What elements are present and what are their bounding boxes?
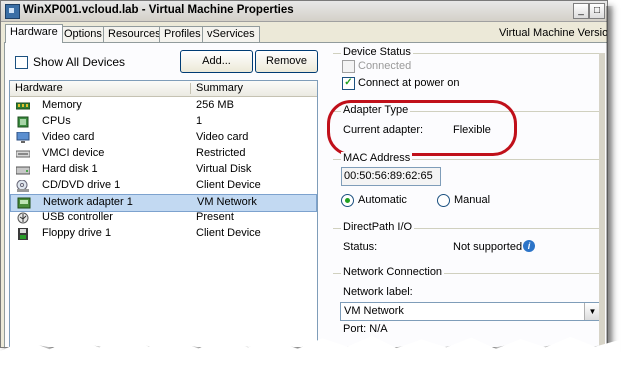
device-name: VMCI device [42, 147, 105, 159]
device-row-cd-dvd[interactable]: CD/DVD drive 1 Client Device [10, 178, 317, 194]
device-name: USB controller [42, 211, 113, 223]
harddisk-icon [16, 166, 30, 175]
tab-hardware[interactable]: Hardware [5, 24, 63, 43]
show-all-devices-checkbox[interactable] [15, 56, 28, 69]
directpath-title: DirectPath I/O [341, 221, 415, 233]
network-label-select[interactable]: VM Network ▼ [340, 302, 601, 321]
show-all-devices-label: Show All Devices [33, 55, 126, 69]
add-device-button[interactable]: Add... [180, 50, 253, 73]
device-status-title: Device Status [341, 46, 413, 58]
directpath-status-label: Status: [343, 241, 378, 253]
tab-vservices[interactable]: vServices [202, 26, 260, 42]
device-summary: Client Device [196, 227, 261, 239]
device-summary: Present [196, 211, 234, 223]
floppy-icon [18, 228, 28, 240]
network-connection-title: Network Connection [341, 266, 445, 278]
device-list: Hardware Summary Memory 256 MB CPUs 1 Vi… [9, 80, 318, 347]
device-summary: 256 MB [196, 99, 234, 111]
title-bar[interactable]: WinXP001.vcloud.lab - Virtual Machine Pr… [1, 1, 607, 22]
device-name: Hard disk 1 [42, 163, 98, 175]
mac-address-title: MAC Address [341, 152, 413, 164]
vmci-icon [16, 150, 30, 158]
memory-icon [16, 102, 30, 110]
cpu-icon [17, 116, 29, 128]
mac-manual-radio[interactable] [437, 194, 450, 207]
directpath-status-value: Not supported [453, 241, 523, 253]
cdrom-icon [16, 180, 29, 192]
chevron-down-icon[interactable]: ▼ [584, 303, 600, 320]
remove-device-button[interactable]: Remove [255, 50, 318, 73]
column-header-hardware[interactable]: Hardware [15, 82, 63, 94]
network-label-value: VM Network [344, 305, 404, 317]
device-row-memory[interactable]: Memory 256 MB [10, 98, 317, 114]
info-icon[interactable]: i [523, 240, 535, 252]
mac-automatic-label: Automatic [358, 194, 407, 206]
maximize-button[interactable]: □ [589, 3, 605, 19]
vm-properties-window: WinXP001.vcloud.lab - Virtual Machine Pr… [0, 0, 608, 348]
tab-resources[interactable]: Resources [103, 26, 166, 42]
device-summary: Restricted [196, 147, 246, 159]
connected-checkbox[interactable] [342, 60, 355, 73]
device-summary: 1 [196, 115, 203, 127]
window-shadow [606, 6, 614, 346]
device-name: Network adapter 1 [43, 196, 133, 208]
port-label: Port: N/A [343, 323, 388, 335]
monitor-icon [16, 132, 30, 143]
usb-icon [17, 212, 29, 224]
device-name: Memory [42, 99, 82, 111]
column-header-summary[interactable]: Summary [196, 82, 243, 94]
device-row-usb-controller[interactable]: USB controller Present [10, 210, 317, 226]
device-name: CPUs [42, 115, 71, 127]
mac-automatic-radio[interactable] [341, 194, 354, 207]
tab-profiles[interactable]: Profiles [159, 26, 206, 42]
window-title: WinXP001.vcloud.lab - Virtual Machine Pr… [23, 4, 294, 16]
device-row-vmci[interactable]: VMCI device Restricted [10, 146, 317, 162]
minimize-button[interactable]: _ [573, 3, 589, 19]
device-summary: VM Network [197, 196, 257, 208]
mac-address-field[interactable]: 00:50:56:89:62:65 [341, 167, 441, 186]
mac-manual-label: Manual [454, 194, 491, 206]
network-label-label: Network label: [343, 286, 413, 298]
vm-version-label: Virtual Machine Version: [499, 27, 608, 39]
device-summary: Client Device [196, 179, 261, 191]
device-list-header: Hardware Summary [10, 81, 317, 97]
device-name: Video card [42, 131, 95, 143]
device-summary: Video card [196, 131, 249, 143]
vm-app-icon [5, 4, 20, 19]
tab-options[interactable]: Options [59, 26, 107, 42]
connected-label: Connected [358, 60, 412, 72]
network-icon [17, 197, 31, 209]
device-row-hard-disk[interactable]: Hard disk 1 Virtual Disk [10, 162, 317, 178]
device-name: CD/DVD drive 1 [42, 179, 121, 191]
connect-at-power-on-checkbox[interactable]: ✓ [342, 77, 355, 90]
device-row-video-card[interactable]: Video card Video card [10, 130, 317, 146]
annotation-highlight-ring [327, 100, 517, 156]
device-name: Floppy drive 1 [42, 227, 112, 239]
device-summary: Virtual Disk [196, 163, 252, 175]
column-separator[interactable] [190, 83, 191, 94]
device-row-cpus[interactable]: CPUs 1 [10, 114, 317, 130]
right-scrollbar[interactable] [599, 53, 605, 347]
device-row-floppy[interactable]: Floppy drive 1 Client Device [10, 226, 317, 242]
connect-at-power-on-label: Connect at power on [358, 77, 460, 89]
